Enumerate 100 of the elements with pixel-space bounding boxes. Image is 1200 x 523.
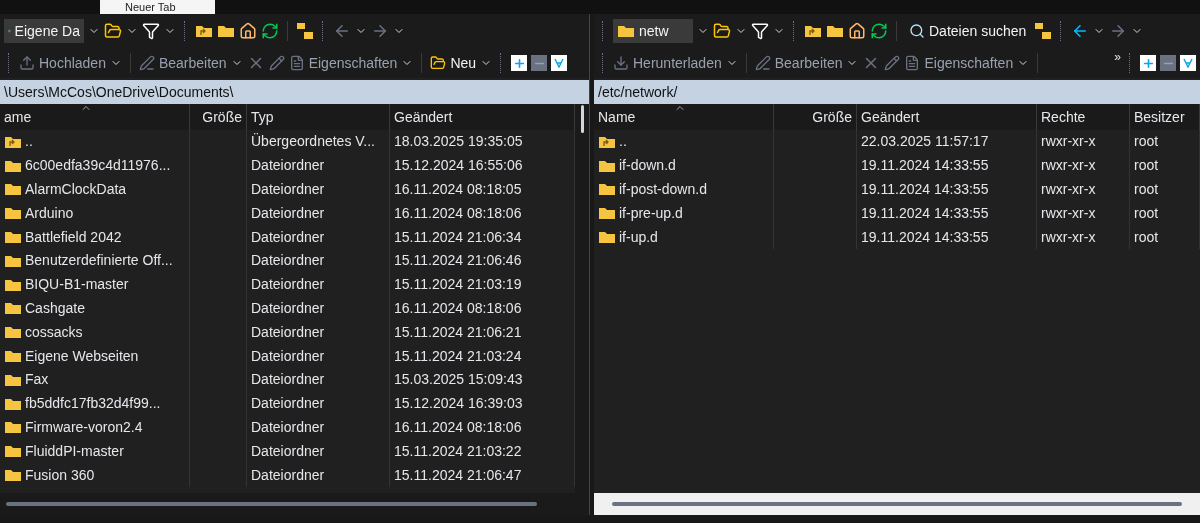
folder-icon <box>4 158 22 173</box>
folder-icon <box>598 230 616 245</box>
folder-icon <box>4 396 22 411</box>
column-header[interactable]: Größe <box>774 104 857 130</box>
tree-icon[interactable] <box>1034 22 1053 40</box>
table-cell-text: 19.11.2024 14:33:55 <box>861 180 989 199</box>
filter-icon[interactable] <box>751 22 769 40</box>
table-cell-text: 19.11.2024 14:33:55 <box>861 156 989 176</box>
table-cell-text: Dateiordner <box>251 156 325 176</box>
file-name[interactable]: if-pre-up.d <box>619 202 683 224</box>
table-cell-text: rwxr-xr-x <box>1041 132 1096 152</box>
folder-icon <box>4 468 22 483</box>
toolbar-button[interactable]: Herunterladen <box>633 52 722 74</box>
file-name[interactable]: if-post-down.d <box>619 179 707 200</box>
folder-icon <box>4 372 22 387</box>
folder-icon <box>598 206 616 221</box>
minus-icon[interactable] <box>531 55 548 71</box>
forward-arrow-icon[interactable] <box>371 22 389 40</box>
column-header[interactable]: Name <box>594 104 774 130</box>
path-bar[interactable]: /etc/network/ <box>594 80 1200 104</box>
select-all-icon[interactable] <box>551 55 568 71</box>
tab[interactable]: Neuer Tab <box>100 0 215 14</box>
open-folder-icon[interactable] <box>104 22 122 40</box>
file-name[interactable]: Cashgate <box>25 297 85 319</box>
file-name[interactable]: FluiddPI-master <box>25 440 124 462</box>
table-cell-text: Dateiordner <box>251 322 325 342</box>
file-name[interactable]: .. <box>25 131 33 153</box>
column-header[interactable]: Geändert <box>857 104 1037 130</box>
column-header[interactable]: Typ <box>247 104 390 130</box>
horizontal-scrollbar[interactable] <box>594 493 1200 515</box>
file-name[interactable]: Benutzerdefinierte Off... <box>25 250 173 272</box>
refresh-icon[interactable] <box>870 22 888 40</box>
file-name[interactable]: if-up.d <box>619 226 658 248</box>
horizontal-scrollbar[interactable] <box>0 493 589 515</box>
toolbar-button[interactable]: Bearbeiten <box>158 52 227 74</box>
folder-icon <box>617 24 635 38</box>
table-cell-text: Dateiordner <box>251 227 325 247</box>
filter-icon[interactable] <box>142 22 160 40</box>
table-cell-text: Dateiordner <box>251 275 325 295</box>
column-header[interactable]: ame <box>0 104 190 130</box>
table-cell-text: 15.11.2024 21:06:21 <box>394 322 522 342</box>
toolbar-button[interactable]: Neu <box>450 52 477 74</box>
folder-icon <box>4 325 22 340</box>
table-cell-text: rwxr-xr-x <box>1041 203 1096 223</box>
table-cell-text: Übergeordnetes V... <box>251 132 375 152</box>
file-name[interactable]: Arduino <box>25 202 74 224</box>
table-cell-text: 15.11.2024 21:03:22 <box>394 441 522 461</box>
file-name[interactable]: 6c00edfa39c4d11976... <box>25 155 171 177</box>
table-cell-text: 15.12.2024 16:39:03 <box>394 394 523 414</box>
folder-icon <box>598 158 616 173</box>
folder-icon <box>4 206 22 221</box>
folder-icon <box>4 230 22 245</box>
column-header[interactable]: Besitzer <box>1130 104 1200 130</box>
column-header[interactable]: Größe <box>190 104 247 130</box>
file-name[interactable]: fb5ddfc17fb32d4f99... <box>25 393 161 415</box>
upload-icon <box>19 55 35 71</box>
toolbar-button[interactable]: Hochladen <box>39 52 106 74</box>
toolbar-button[interactable]: Eigenschaften <box>308 52 398 74</box>
toolbar-button[interactable]: Bearbeiten <box>774 52 843 74</box>
open-folder-icon[interactable] <box>713 22 731 40</box>
folder-icon <box>4 349 22 364</box>
file-name[interactable]: Fax <box>25 369 49 391</box>
toolbar-button[interactable]: Eigenschaften <box>924 52 1014 74</box>
home-icon[interactable] <box>239 22 257 40</box>
home-icon[interactable] <box>848 22 866 40</box>
location-combo[interactable]: Eigene Da <box>4 19 84 43</box>
file-name[interactable]: cossacks <box>25 321 83 343</box>
location-combo[interactable]: netw <box>613 19 693 43</box>
folder-icon <box>4 277 22 292</box>
file-name[interactable]: Eigene Webseiten <box>25 345 139 367</box>
file-name[interactable]: Battlefield 2042 <box>25 226 122 248</box>
rename-icon[interactable] <box>884 55 901 71</box>
table-cell-text: 16.11.2024 08:18:06 <box>394 298 522 318</box>
parent-folder-icon <box>598 134 616 149</box>
new-folder-icon <box>430 55 447 71</box>
add-icon[interactable] <box>511 55 528 71</box>
table-cell-text: Dateiordner <box>251 298 325 318</box>
tree-icon[interactable] <box>296 22 314 40</box>
file-name[interactable]: .. <box>619 131 627 153</box>
table-cell-text: 15.11.2024 21:03:24 <box>394 346 522 366</box>
more-button[interactable]: » <box>1114 48 1121 66</box>
folder-icon <box>4 182 22 197</box>
rename-icon[interactable] <box>268 55 285 71</box>
table-cell-text: 18.03.2025 19:35:05 <box>394 132 523 152</box>
table-cell-text: root <box>1134 180 1159 199</box>
table-cell-text: 15.11.2024 21:06:47 <box>394 465 522 485</box>
parent-folder-icon <box>195 24 213 38</box>
file-name[interactable]: Fusion 360 <box>25 464 95 486</box>
file-name[interactable]: BIQU-B1-master <box>25 274 129 296</box>
table-cell-text: 15.11.2024 21:03:19 <box>394 275 522 295</box>
find-files-button[interactable]: Dateien suchen <box>905 20 1031 42</box>
folder-icon <box>4 301 22 316</box>
table-cell-text: Dateiordner <box>251 203 325 223</box>
vertical-scrollbar[interactable] <box>575 104 589 493</box>
refresh-icon[interactable] <box>261 22 279 40</box>
column-header[interactable]: Rechte <box>1037 104 1130 130</box>
file-name[interactable]: AlarmClockData <box>25 179 127 200</box>
path-bar[interactable]: \Users\McCos\OneDrive\Documents\ <box>0 80 589 104</box>
file-name[interactable]: Firmware-voron2.4 <box>25 416 143 438</box>
file-name[interactable]: if-down.d <box>619 155 676 177</box>
